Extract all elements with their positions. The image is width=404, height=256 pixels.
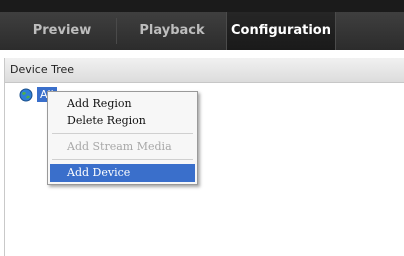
tab-playback[interactable]: Playback xyxy=(118,12,226,50)
menu-delete-region[interactable]: Delete Region xyxy=(50,112,195,130)
menu-add-stream-media: Add Stream Media xyxy=(50,138,195,156)
menu-separator xyxy=(52,133,193,134)
menu-item-label: Add Region xyxy=(67,97,132,110)
menu-item-label: Delete Region xyxy=(67,114,146,127)
globe-icon xyxy=(19,88,33,102)
tab-preview[interactable]: Preview xyxy=(10,12,114,50)
tab-separator xyxy=(116,18,117,44)
context-menu: Add Region Delete Region Add Stream Medi… xyxy=(47,91,198,185)
device-tree-header: Device Tree xyxy=(4,58,404,83)
device-tree-title: Device Tree xyxy=(10,63,75,76)
panel-left-border xyxy=(4,58,5,256)
menu-add-device[interactable]: Add Device xyxy=(50,164,195,182)
menu-add-region[interactable]: Add Region xyxy=(50,95,195,113)
menu-item-label: Add Device xyxy=(67,166,131,179)
window-top-strip xyxy=(0,0,404,12)
main-tab-bar: Preview Playback Configuration xyxy=(0,12,404,50)
menu-separator xyxy=(52,159,193,160)
menu-item-label: Add Stream Media xyxy=(67,140,172,153)
tab-configuration[interactable]: Configuration xyxy=(226,12,336,50)
